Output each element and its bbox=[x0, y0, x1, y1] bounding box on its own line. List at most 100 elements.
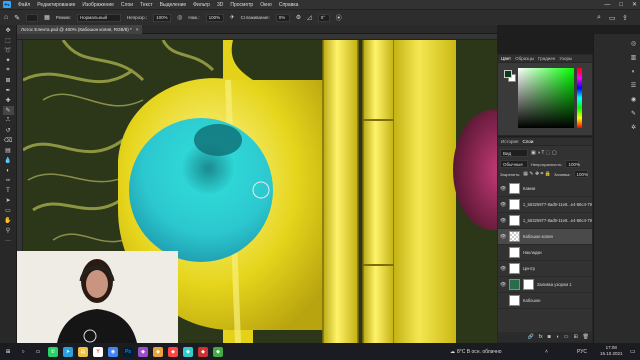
add-mask-icon[interactable]: ◙ bbox=[548, 334, 551, 340]
brushes-icon[interactable]: ✲ bbox=[628, 123, 639, 132]
pen-tool-icon[interactable]: ✑ bbox=[3, 176, 14, 185]
type-tool-icon[interactable]: T bbox=[3, 186, 14, 195]
quick-select-tool-icon[interactable]: ✦ bbox=[3, 56, 14, 65]
fill-field[interactable]: 100% bbox=[573, 170, 588, 178]
chrome-icon[interactable]: ◉ bbox=[108, 346, 118, 357]
menu-window[interactable]: Окно bbox=[260, 2, 272, 8]
properties-icon[interactable]: ☰ bbox=[628, 81, 639, 90]
airbrush-icon[interactable]: ✈ bbox=[230, 14, 235, 21]
foreground-swatch[interactable] bbox=[504, 70, 512, 78]
fx-icon[interactable]: fx bbox=[539, 334, 543, 340]
link-layers-icon[interactable]: 🔗 bbox=[528, 334, 534, 340]
menu-3d[interactable]: 3D bbox=[217, 2, 223, 8]
symmetry-icon[interactable]: ⦿ bbox=[336, 13, 342, 22]
app-icon[interactable]: ◆ bbox=[153, 346, 163, 357]
weather-widget[interactable]: ☁ 8°C В осн. облачно bbox=[450, 349, 501, 355]
menu-layers[interactable]: Слои bbox=[121, 2, 133, 8]
visibility-eye-icon[interactable]: 👁 bbox=[500, 202, 506, 208]
zoom-tool-icon[interactable]: ⚲ bbox=[3, 226, 14, 235]
tab-history[interactable]: История bbox=[501, 139, 518, 144]
workspace-icon[interactable]: ▭ bbox=[609, 14, 616, 22]
hue-slider[interactable] bbox=[577, 68, 582, 128]
stamp-tool-icon[interactable]: ⎍ bbox=[3, 116, 14, 125]
clock[interactable]: 17:08 15.10.2021 bbox=[600, 345, 623, 357]
adjustment-icon[interactable]: ◑ bbox=[556, 334, 559, 340]
layer-row[interactable]: 👁 Камни bbox=[498, 181, 592, 197]
visibility-eye-icon[interactable]: 👁 bbox=[500, 282, 506, 288]
pressure-opacity-icon[interactable]: ◎ bbox=[177, 14, 182, 21]
menu-image[interactable]: Изображение bbox=[82, 2, 114, 8]
history-brush-tool-icon[interactable]: ↺ bbox=[3, 126, 14, 135]
tab-patterns[interactable]: Узоры bbox=[559, 56, 572, 61]
app-icon[interactable]: ◆ bbox=[213, 346, 223, 357]
visibility-eye-icon[interactable]: 👁 bbox=[500, 186, 506, 192]
notifications-icon[interactable]: ▭ bbox=[630, 348, 636, 355]
photoshop-taskbar-icon[interactable]: Ps bbox=[123, 346, 133, 357]
task-view-icon[interactable]: ▭ bbox=[33, 347, 43, 357]
tab-color[interactable]: Цвет bbox=[501, 56, 511, 61]
layer-row[interactable]: Кабошон bbox=[498, 293, 592, 309]
gradient-tool-icon[interactable]: ▤ bbox=[3, 146, 14, 155]
paths-icon[interactable]: ✎ bbox=[628, 109, 639, 118]
share-icon[interactable]: ⇪ bbox=[622, 14, 628, 22]
opacity-field[interactable]: 100% bbox=[153, 13, 172, 22]
app-icon[interactable]: ◆ bbox=[138, 346, 148, 357]
menu-edit[interactable]: Редактирование bbox=[37, 2, 75, 8]
menu-select[interactable]: Выделение bbox=[160, 2, 187, 8]
visibility-eye-icon[interactable]: 👁 bbox=[500, 234, 506, 240]
menu-help[interactable]: Справка bbox=[279, 2, 299, 8]
whatsapp-icon[interactable]: ✆ bbox=[48, 346, 58, 357]
home-icon[interactable]: ⌂ bbox=[4, 14, 8, 21]
document-tab[interactable]: Лотос Елента.psd @ 400% (Кабошон копия, … bbox=[17, 25, 143, 34]
angle-field[interactable]: 0° bbox=[317, 13, 330, 22]
layer-row[interactable]: 👁 Заливка узором 1 bbox=[498, 277, 592, 293]
channels-icon[interactable]: ◉ bbox=[628, 95, 639, 104]
menu-file[interactable]: Файл bbox=[18, 2, 30, 8]
layer-row[interactable]: 👁 1_56325977-8ad9-11e8...e4-86c4-79c3b519… bbox=[498, 197, 592, 213]
adjustments-icon[interactable]: ◐ bbox=[628, 67, 639, 76]
tab-swatches[interactable]: Образцы bbox=[515, 56, 534, 61]
color-field[interactable] bbox=[518, 68, 574, 128]
app-icon[interactable]: ◆ bbox=[183, 346, 193, 357]
menu-filter[interactable]: Фильтр bbox=[193, 2, 210, 8]
smoothing-field[interactable]: 0% bbox=[275, 13, 290, 22]
marquee-tool-icon[interactable]: ⬚ bbox=[3, 36, 14, 45]
smoothing-gear-icon[interactable]: ⚙ bbox=[296, 14, 301, 21]
layer-row[interactable]: Накладки bbox=[498, 245, 592, 261]
visibility-eye-icon[interactable]: 👁 bbox=[500, 218, 506, 224]
layer-row[interactable]: 👁 Центр bbox=[498, 261, 592, 277]
filter-icons[interactable]: ▣ ◑ T ⬚ ▢ bbox=[531, 150, 557, 156]
close-tab-icon[interactable]: × bbox=[136, 27, 139, 32]
frame-tool-icon[interactable]: ⊠ bbox=[3, 76, 14, 85]
brush-tool-icon[interactable]: ✎ bbox=[2, 106, 14, 115]
eraser-tool-icon[interactable]: ⌫ bbox=[3, 136, 14, 145]
layer-kind-filter[interactable]: Вид bbox=[500, 149, 528, 157]
minimize-button[interactable]: — bbox=[604, 2, 610, 8]
search-icon[interactable]: ⌕ bbox=[597, 14, 601, 22]
tab-layers[interactable]: Слои bbox=[522, 139, 533, 144]
tab-gradients[interactable]: Градиен bbox=[538, 56, 555, 61]
lasso-tool-icon[interactable]: ➰ bbox=[3, 46, 14, 55]
eyedropper-tool-icon[interactable]: ✒ bbox=[3, 86, 14, 95]
layer-row-selected[interactable]: 👁 Кабошон копия bbox=[498, 229, 592, 245]
mode-select[interactable]: Нормальный bbox=[76, 13, 121, 22]
maximize-button[interactable]: □ bbox=[619, 2, 623, 8]
more-tools-icon[interactable]: ··· bbox=[3, 236, 14, 245]
layer-row[interactable]: 👁 1_56325977-8ad9-11e8...e4-86c4-79c3b519… bbox=[498, 213, 592, 229]
shape-tool-icon[interactable]: ▭ bbox=[3, 206, 14, 215]
layer-opacity-field[interactable]: 100% bbox=[565, 160, 580, 168]
new-layer-icon[interactable]: ⊞ bbox=[573, 334, 577, 340]
healing-tool-icon[interactable]: ✚ bbox=[3, 96, 14, 105]
telegram-icon[interactable]: ➤ bbox=[63, 346, 73, 357]
move-tool-icon[interactable]: ✥ bbox=[3, 26, 14, 35]
path-select-tool-icon[interactable]: ➤ bbox=[3, 196, 14, 205]
delete-layer-icon[interactable]: 🗑 bbox=[583, 334, 589, 340]
learn-icon[interactable]: ◎ bbox=[628, 39, 639, 48]
dodge-tool-icon[interactable]: ◐ bbox=[3, 166, 14, 175]
visibility-eye-icon[interactable]: 👁 bbox=[500, 266, 506, 272]
lock-icons[interactable]: ▦ ✎ ✥ ⌗ 🔒 bbox=[523, 171, 551, 177]
brush-settings-icon[interactable]: ▦ bbox=[44, 14, 50, 21]
flow-field[interactable]: 100% bbox=[205, 13, 224, 22]
libraries-icon[interactable]: ▥ bbox=[628, 53, 639, 62]
blend-mode-select[interactable]: Обычные bbox=[500, 160, 528, 168]
